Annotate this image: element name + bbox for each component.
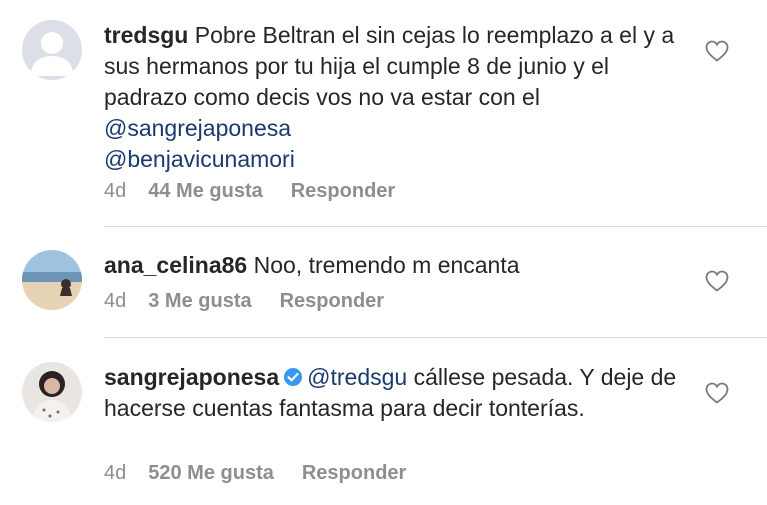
comment-text: sangrejaponesa @tredsgu cállese pesada. Y…: [104, 362, 684, 424]
divider: [104, 337, 767, 338]
like-count[interactable]: 3 Me gusta: [148, 290, 251, 312]
heart-outline-icon[interactable]: [705, 382, 729, 404]
beach-avatar-icon: [22, 250, 82, 310]
comment-meta: 4d 520 Me gusta Responder: [104, 462, 434, 485]
comment-meta: 4d 3 Me gusta Responder: [104, 290, 412, 313]
reply-button[interactable]: Responder: [291, 180, 395, 202]
comment-meta: 4d 44 Me gusta Responder: [104, 180, 423, 203]
divider: [104, 226, 767, 227]
default-avatar-icon: [22, 20, 82, 80]
avatar[interactable]: [22, 250, 82, 310]
person-avatar-icon: [22, 362, 82, 422]
comment-text: ana_celina86 Noo, tremendo m encanta: [104, 250, 684, 281]
comment-thread: tredsgu Pobre Beltran el sin cejas lo re…: [0, 0, 767, 505]
avatar[interactable]: [22, 362, 82, 422]
mention-link[interactable]: @sangrejaponesa: [104, 115, 291, 141]
comment-username[interactable]: ana_celina86: [104, 252, 247, 278]
comment-body: Noo, tremendo m encanta: [247, 252, 520, 278]
like-count[interactable]: 44 Me gusta: [148, 180, 262, 202]
comment-username[interactable]: tredsgu: [104, 22, 188, 48]
reply-button[interactable]: Responder: [280, 290, 384, 312]
mention-link[interactable]: @tredsgu: [307, 364, 407, 390]
avatar[interactable]: [22, 20, 82, 80]
like-count[interactable]: 520 Me gusta: [148, 462, 274, 484]
reply-button[interactable]: Responder: [302, 462, 406, 484]
comment-time: 4d: [104, 462, 127, 484]
comment-text: tredsgu Pobre Beltran el sin cejas lo re…: [104, 20, 684, 175]
comment-username[interactable]: sangrejaponesa: [104, 364, 279, 390]
heart-outline-icon[interactable]: [705, 270, 729, 292]
mention-link[interactable]: @benjavicunamori: [104, 146, 295, 172]
comment-body: Pobre Beltran el sin cejas lo reemplazo …: [104, 22, 675, 110]
comment-time: 4d: [104, 290, 127, 312]
comment-time: 4d: [104, 180, 127, 202]
heart-outline-icon[interactable]: [705, 40, 729, 62]
verified-badge-icon: [283, 364, 303, 386]
